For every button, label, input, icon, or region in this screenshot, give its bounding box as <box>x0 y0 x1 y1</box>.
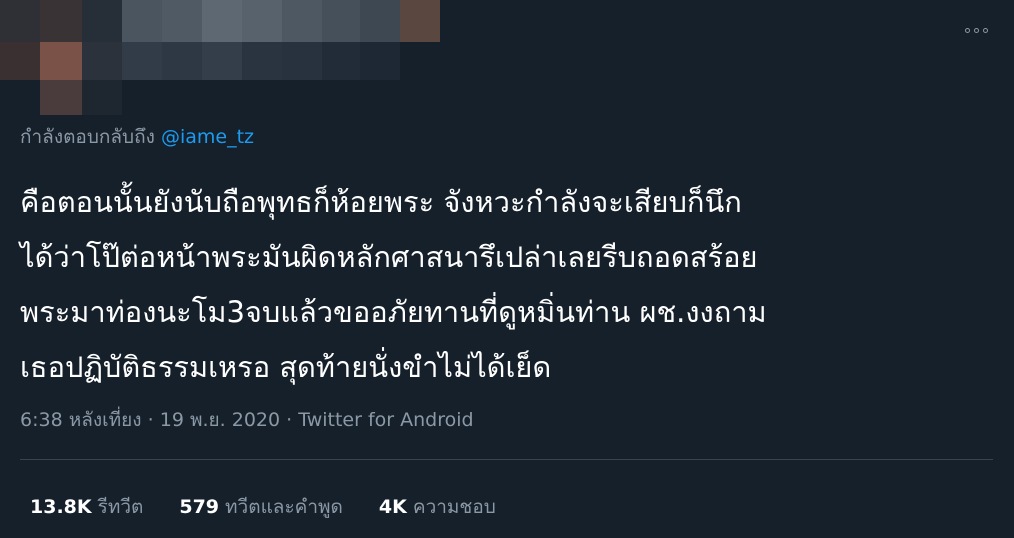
tweet-text-line: เธอปฏิบัติธรรมเหรอ สุดท้ายนั่งขำไม่ได้เย… <box>20 350 552 384</box>
tweet-text-line: พระมาท่องนะโม3จบแล้วขออภัยทานที่ดูหมิ่นท… <box>20 295 767 329</box>
tweet-source-link[interactable]: Twitter for Android <box>298 409 473 431</box>
tweet-meta: 6:38 หลังเที่ยง · 19 พ.ย. 2020 · Twitter… <box>20 405 474 435</box>
quote-tweets-count: 579 <box>179 496 220 518</box>
more-horizontal-icon <box>964 27 988 33</box>
replying-to-label: กำลังตอบกลับถึง <box>20 126 155 148</box>
retweets-stat-link[interactable]: 13.8K รีทวีต <box>30 492 143 522</box>
likes-count: 4K <box>378 496 407 518</box>
quote-tweets-stat-link[interactable]: 579 ทวีตและคำพูด <box>179 492 343 522</box>
more-options-button[interactable] <box>960 18 992 42</box>
tweet-text: คือตอนนั้นยังนับถือพุทธก็ห้อยพระ จังหวะก… <box>20 175 995 395</box>
tweet-stats: 13.8K รีทวีต 579 ทวีตและคำพูด 4K ความชอบ <box>30 492 532 522</box>
meta-separator: · <box>147 409 154 431</box>
tweet-time-link[interactable]: 6:38 หลังเที่ยง <box>20 409 142 431</box>
quote-tweets-label: ทวีตและคำพูด <box>225 496 343 518</box>
meta-separator: · <box>286 409 293 431</box>
tweet-date-link[interactable]: 19 พ.ย. 2020 <box>160 409 280 431</box>
retweets-count: 13.8K <box>30 496 92 518</box>
pixelated-profile-header <box>0 0 440 115</box>
divider <box>20 459 993 460</box>
likes-label: ความชอบ <box>412 496 496 518</box>
tweet-text-line: ได้ว่าโป๊ต่อหน้าพระมันผิดหลักศาสนารึเปล่… <box>20 240 758 274</box>
reply-mention-link[interactable]: @iame_tz <box>161 126 254 148</box>
tweet-text-line: คือตอนนั้นยังนับถือพุทธก็ห้อยพระ จังหวะก… <box>20 185 742 219</box>
likes-stat-link[interactable]: 4K ความชอบ <box>379 492 496 522</box>
retweets-label: รีทวีต <box>97 496 144 518</box>
replying-to-line: กำลังตอบกลับถึง @iame_tz <box>20 122 254 152</box>
